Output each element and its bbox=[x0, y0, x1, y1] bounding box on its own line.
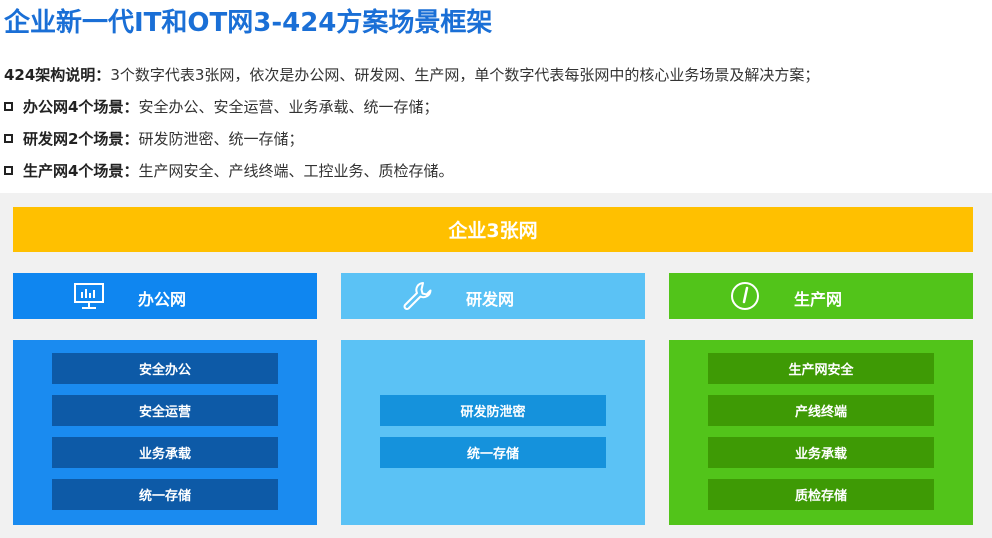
bullet-square-icon bbox=[4, 166, 13, 175]
office-item-storage[interactable]: 统一存储 bbox=[52, 479, 278, 510]
intro-label: 424架构说明： bbox=[4, 66, 111, 84]
enterprise-banner: 企业3张网 bbox=[13, 207, 973, 252]
monitor-icon bbox=[74, 283, 104, 309]
office-network-header: 办公网 bbox=[13, 273, 317, 319]
rnd-item-storage[interactable]: 统一存储 bbox=[380, 437, 606, 468]
bullet-production: 生产网4个场景：生产网安全、产线终端、工控业务、质检存储。 bbox=[4, 160, 453, 181]
wrench-icon bbox=[403, 282, 432, 310]
production-item-qc-storage[interactable]: 质检存储 bbox=[708, 479, 934, 510]
office-item-secure-ops[interactable]: 安全运营 bbox=[52, 395, 278, 426]
production-item-business[interactable]: 业务承载 bbox=[708, 437, 934, 468]
office-network-body: 安全办公 安全运营 业务承载 统一存储 bbox=[13, 340, 317, 525]
bullet-label: 研发网2个场景： bbox=[23, 130, 139, 148]
production-network-header: 生产网 bbox=[669, 273, 973, 319]
bullet-office: 办公网4个场景：安全办公、安全运营、业务承载、统一存储； bbox=[4, 96, 438, 117]
office-item-secure-office[interactable]: 安全办公 bbox=[52, 353, 278, 384]
bullet-square-icon bbox=[4, 134, 13, 143]
bullet-square-icon bbox=[4, 102, 13, 111]
office-network-label: 办公网 bbox=[138, 290, 187, 309]
bullet-rnd: 研发网2个场景：研发防泄密、统一存储； bbox=[4, 128, 303, 149]
rnd-network-header: 研发网 bbox=[341, 273, 645, 319]
gauge-icon bbox=[731, 282, 759, 310]
rnd-network-label: 研发网 bbox=[466, 290, 515, 309]
production-item-terminals[interactable]: 产线终端 bbox=[708, 395, 934, 426]
rnd-item-leak-prevention[interactable]: 研发防泄密 bbox=[380, 395, 606, 426]
bullet-text: 研发防泄密、统一存储； bbox=[138, 130, 304, 148]
production-item-security[interactable]: 生产网安全 bbox=[708, 353, 934, 384]
page-title: 企业新一代IT和OT网3-424方案场景框架 bbox=[4, 8, 493, 38]
bullet-text: 安全办公、安全运营、业务承载、统一存储； bbox=[138, 98, 439, 116]
production-network-body: 生产网安全 产线终端 业务承载 质检存储 bbox=[669, 340, 973, 525]
bullet-label: 生产网4个场景： bbox=[23, 162, 139, 180]
intro-line: 424架构说明：3个数字代表3张网，依次是办公网、研发网、生产网，单个数字代表每… bbox=[4, 64, 819, 85]
rnd-network-body: 研发防泄密 统一存储 bbox=[341, 340, 645, 525]
bullet-text: 生产网安全、产线终端、工控业务、质检存储。 bbox=[138, 162, 454, 180]
intro-text: 3个数字代表3张网，依次是办公网、研发网、生产网，单个数字代表每张网中的核心业务… bbox=[110, 66, 820, 84]
office-item-business[interactable]: 业务承载 bbox=[52, 437, 278, 468]
production-network-label: 生产网 bbox=[794, 290, 843, 309]
bullet-label: 办公网4个场景： bbox=[23, 98, 139, 116]
